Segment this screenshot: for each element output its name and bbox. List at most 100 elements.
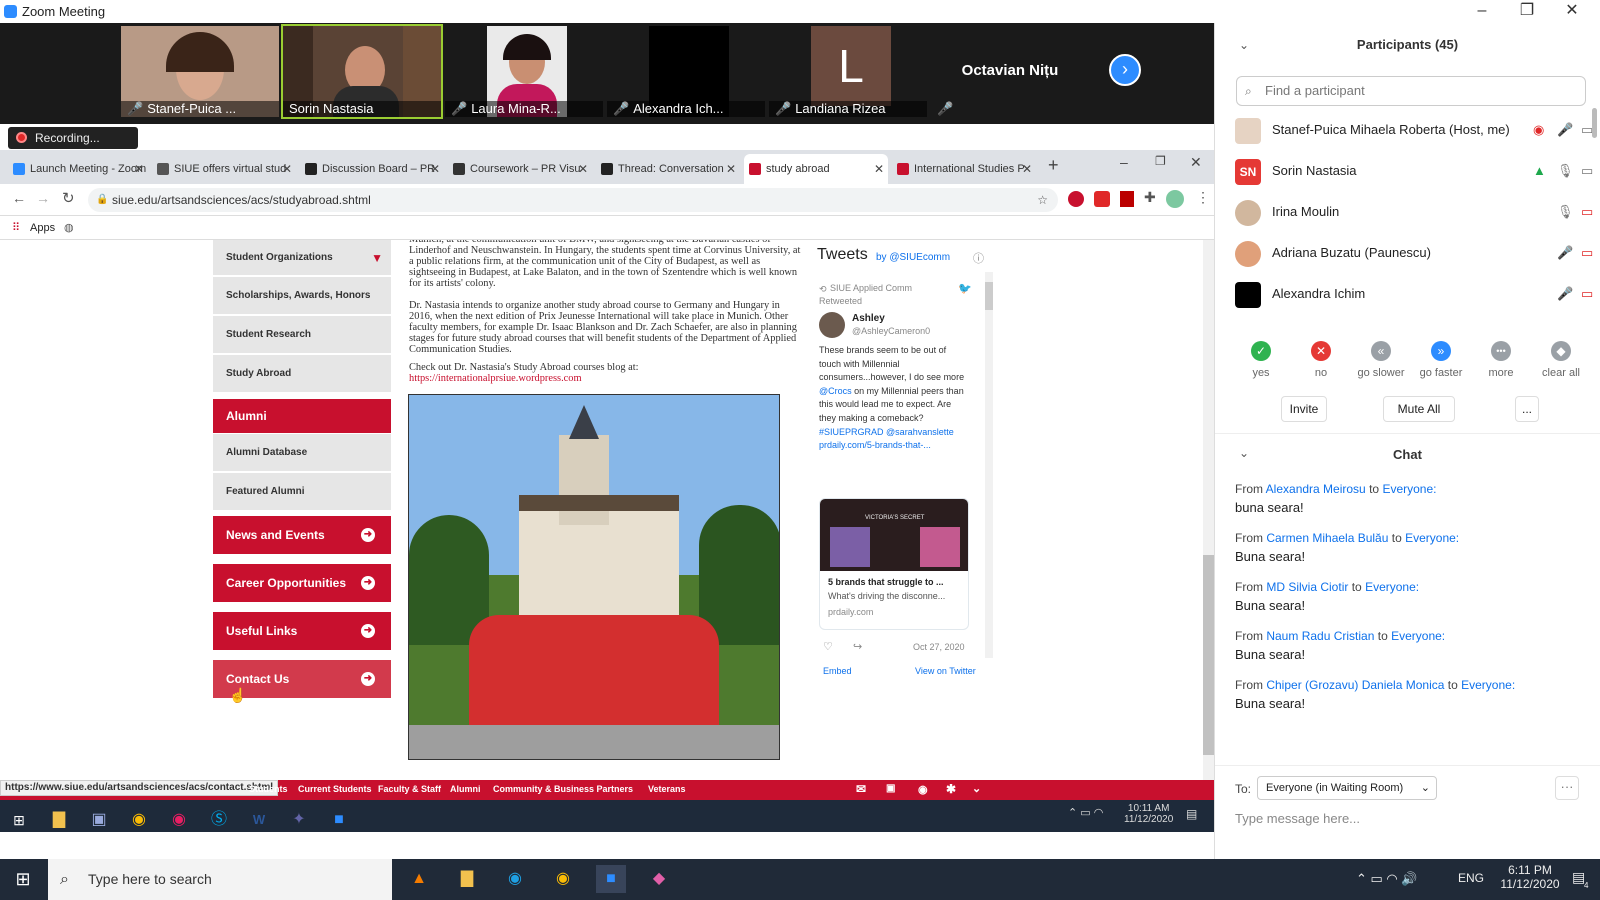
footer-link-community[interactable]: Community & Business Partners [493,784,633,794]
footer-link-current-students[interactable]: Current Students [298,784,372,794]
close-icon[interactable]: ✕ [1550,0,1594,23]
sidebar-header-alumni[interactable]: Alumni [213,399,391,433]
video-off-icon[interactable]: ▭ [1581,245,1593,261]
os-clock[interactable]: 6:11 PM 11/12/2020 [1500,863,1560,891]
participant-row[interactable]: Alexandra Ichim 🎤 ▭ [1235,274,1593,314]
footer-link-alumni[interactable]: Alumni [450,784,481,794]
sidebar-item-featured-alumni[interactable]: Featured Alumni [213,473,391,511]
view-on-twitter-link[interactable]: View on Twitter [915,666,976,676]
notification-icon[interactable]: ▤ [1186,807,1197,821]
reaction-no-button[interactable]: ✕ no [1292,341,1350,379]
tab-close-icon[interactable]: ✕ [1022,154,1032,184]
video-tile-active-speaker[interactable]: Sorin Nastasia [281,24,443,119]
minimize-icon[interactable]: – [1460,0,1504,23]
footer-link-students[interactable]: Students [249,784,288,794]
sidebar-item-alumni-database[interactable]: Alumni Database [213,434,391,472]
tab-close-icon[interactable]: ✕ [134,154,144,184]
reload-icon[interactable]: ↻ [62,189,75,207]
bookmark-star-icon[interactable]: ☆ [1037,188,1048,212]
footer-link-veterans[interactable]: Veterans [648,784,686,794]
participant-list-scrollbar[interactable] [1592,108,1597,138]
edge-icon[interactable]: ◉ [500,865,530,893]
pdf-extension-icon[interactable] [1120,191,1134,207]
zoom-icon[interactable]: ■ [324,806,354,834]
browser-close-icon[interactable]: ✕ [1190,154,1202,171]
taskbar-search-box[interactable]: ⌕ Type here to search [48,859,392,900]
browser-minimize-icon[interactable]: – [1120,154,1128,170]
chat-message-input[interactable]: Type message here... [1235,811,1585,835]
video-camera-icon[interactable]: ▭ [1581,163,1593,179]
file-explorer-icon[interactable]: ▇ [44,806,74,834]
skype-icon[interactable]: Ⓢ [204,806,234,834]
chat-more-button[interactable]: ··· [1555,776,1579,800]
mic-icon[interactable]: 🎙 [1557,204,1574,220]
participant-search-input[interactable]: ⌕ Find a participant [1236,76,1586,106]
browser-tab[interactable]: Launch Meeting - Zoom ✕ [8,154,148,184]
back-icon[interactable]: ← [12,190,26,206]
browser-tab[interactable]: Coursework – PR Visu ✕ [448,154,592,184]
tools-icon[interactable]: ✱ [946,782,956,796]
tab-close-icon[interactable]: ✕ [726,154,736,184]
menu-kebab-icon[interactable]: ⋮ [1196,189,1210,206]
participant-row[interactable]: Adriana Buzatu (Paunescu) 🎤 ▭ [1235,233,1593,273]
link-preview-card[interactable]: VICTORIA'S SECRET 5 brands that struggle… [819,498,969,630]
sidebar-item-career-opportunities[interactable]: Career Opportunities ➜ [213,564,391,602]
reaction-go-slower-button[interactable]: «go slower [1352,341,1410,379]
sidebar-item-student-organizations[interactable]: Student Organizations ▼ [213,240,391,276]
sidebar-item-news-events[interactable]: News and Events ➜ [213,516,391,554]
sidebar-item-useful-links[interactable]: Useful Links ➜ [213,612,391,650]
mail-icon[interactable]: ✉ [856,782,866,796]
reaction-go-faster-button[interactable]: » go faster [1412,341,1470,379]
mic-muted-icon[interactable]: 🎤 [1557,286,1573,302]
tab-close-icon[interactable]: ✕ [430,154,440,184]
video-off-icon[interactable]: ▭ [1581,204,1593,220]
restore-icon[interactable]: ❐ [1505,0,1549,23]
globe-icon[interactable]: ◍ [64,216,74,240]
mic-muted-icon[interactable]: 🎤 [1557,122,1573,138]
embed-link[interactable]: Embed [823,666,852,676]
windows-start-icon[interactable]: ⊞ [4,806,34,834]
tray-icons[interactable]: ⌃ ▭ ◠ 🔊 [1356,871,1418,887]
tab-close-icon[interactable]: ✕ [874,154,884,184]
browser-tab[interactable]: Thread: Conversation ✕ [596,154,740,184]
chevron-down-double-icon[interactable]: ⌄ [972,782,981,795]
participant-row[interactable]: SN Sorin Nastasia ▲ 🎙 ▭ [1235,151,1593,191]
more-options-button[interactable]: ... [1515,396,1539,422]
next-page-icon[interactable]: › [1109,54,1141,86]
invite-button[interactable]: Invite [1281,396,1327,422]
tray-icons[interactable]: ⌃ ▭ ◠ [1068,806,1103,819]
scrollbar[interactable] [985,272,993,658]
share-icon[interactable]: ↪ [853,640,862,653]
chrome-icon[interactable]: ◉ [124,806,154,834]
address-bar[interactable]: 🔒 siue.edu/artsandsciences/acs/studyabro… [88,188,1058,212]
blackboard-icon[interactable]: ▣ [886,783,895,794]
app-icon[interactable]: ◉ [164,806,194,834]
reaction-yes-button[interactable]: ✓ yes [1232,341,1290,379]
tweets-by-handle[interactable]: by @SIUEcomm [876,252,950,263]
page-scrollbar[interactable] [1203,240,1214,800]
extension-icon[interactable] [1094,191,1110,207]
tweet-card[interactable]: ⟲ SIUE Applied Comm Retweeted 🐦 Ashley @… [815,272,983,658]
new-tab-icon[interactable]: + [1048,155,1059,176]
video-tile[interactable]: 🎤 Stanef-Puica ... [121,26,279,117]
video-tile[interactable]: L 🎤 Landiana Rizea [769,26,927,117]
browser-tab[interactable]: Discussion Board – PR ✕ [300,154,444,184]
app-icon[interactable]: ◆ [644,865,674,893]
sidebar-item-study-abroad[interactable]: Study Abroad [213,355,391,393]
video-off-icon[interactable]: ▭ [1581,286,1593,302]
word-icon[interactable]: W [244,806,274,834]
participant-row[interactable]: Irina Moulin 🎙 ▭ [1235,192,1593,232]
extensions-puzzle-icon[interactable]: ✚ [1144,189,1156,206]
zoom-icon[interactable]: ■ [596,865,626,893]
footer-link-faculty-staff[interactable]: Faculty & Staff [378,784,441,794]
chrome-icon[interactable]: ◉ [548,865,578,893]
vlc-icon[interactable]: ▲ [404,865,434,893]
windows-start-icon[interactable]: ⊞ [8,865,38,893]
file-explorer-icon[interactable]: ▇ [452,865,482,893]
participant-row[interactable]: Stanef-Puica Mihaela Roberta (Host, me) … [1235,110,1593,150]
teams-icon[interactable]: ✦ [284,806,314,834]
forward-icon[interactable]: → [36,190,50,206]
calendar-icon[interactable]: ◉ [918,783,928,796]
app-icon[interactable]: ▣ [84,806,114,834]
browser-tab[interactable]: SIUE offers virtual stud ✕ [152,154,296,184]
